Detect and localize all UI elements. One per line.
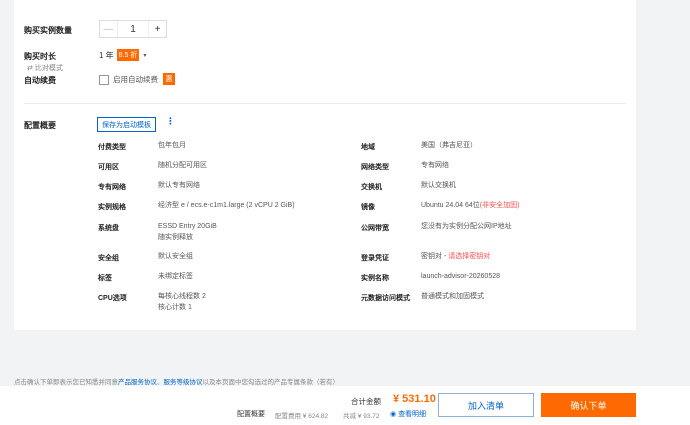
total-label: 合计金额: [351, 397, 381, 406]
sla-link[interactable]: 服务等级协议: [164, 379, 203, 386]
compare-mode-link[interactable]: ⇄ 比对模式: [27, 63, 63, 73]
label-instance-name: 实例名称: [361, 275, 389, 282]
chevron-down-icon: ▾: [143, 52, 147, 59]
value-network-type: 专有网络: [421, 162, 449, 169]
info-icon: ◉: [390, 411, 397, 418]
discount-amount: 共减 ¥ 93.72: [343, 413, 380, 420]
service-agreement-link[interactable]: 产品服务协议: [118, 379, 157, 386]
summary-title: 配置概要: [24, 121, 56, 130]
duration-value: 1 年: [99, 50, 114, 60]
label-image: 镜像: [361, 204, 375, 211]
value-cpu-cores: 核心计数 1: [158, 304, 192, 311]
label-metadata-mode: 元数据访问模式: [361, 295, 410, 302]
value-keypair: 密钥对 -: [421, 253, 449, 260]
label-security-group: 安全组: [98, 255, 119, 262]
autorenew-toggle[interactable]: 启用自动续费: [99, 74, 158, 85]
footer-config-label: 配置概要: [237, 411, 265, 418]
value-login-credential: 密钥对 - 请选择密钥对: [421, 252, 490, 262]
add-to-cart-button[interactable]: 加入清单: [438, 393, 534, 417]
select-keypair-link[interactable]: 请选择密钥对: [448, 253, 490, 260]
total-price: ¥ 531.10: [393, 393, 436, 405]
label-vpc: 专有网络: [98, 184, 126, 191]
more-icon[interactable]: ⋮: [166, 116, 175, 127]
label-instance-type: 实例规格: [98, 204, 126, 211]
value-region: 美国（弗吉尼亚）: [421, 142, 477, 149]
label-tags: 标签: [98, 275, 112, 282]
label-system-disk: 系统盘: [98, 225, 119, 232]
label-zone: 可用区: [98, 164, 119, 171]
discount-badge: 8.5 折: [116, 49, 140, 61]
label-public-bandwidth: 公网带宽: [361, 225, 389, 232]
value-vpc: 默认专有网络: [158, 182, 200, 189]
autorenew-label: 自动续费: [24, 76, 56, 85]
label-region: 地域: [361, 144, 375, 151]
view-details-label: 查看明细: [398, 411, 427, 418]
compare-mode-label: 比对模式: [34, 65, 63, 72]
quantity-stepper[interactable]: — 1 +: [99, 20, 167, 38]
value-system-disk: ESSD Entry 20GiB: [158, 223, 217, 230]
view-details-link[interactable]: ◉ 查看明细: [390, 409, 426, 419]
value-zone: 随机分配可用区: [158, 162, 207, 169]
label-vswitch: 交换机: [361, 184, 382, 191]
autorenew-checkbox[interactable]: [99, 74, 109, 85]
divider: [24, 103, 626, 104]
value-image-warning: (非安全加固): [479, 202, 520, 209]
value-billing: 包年包月: [158, 142, 186, 149]
value-vswitch: 默认交换机: [421, 182, 456, 189]
autorenew-checkbox-label[interactable]: 启用自动续费: [113, 74, 158, 85]
value-security-group: 默认安全组: [158, 253, 193, 260]
label-network-type: 网络类型: [361, 164, 389, 171]
value-instance-type: 经济型 e / ecs.e-c1m1.large (2 vCPU 2 GiB): [158, 202, 295, 209]
config-fee: 配置费用 ¥ 624.82: [275, 413, 329, 420]
plus-button[interactable]: +: [148, 21, 166, 37]
notice-suffix: 以及本页面中您勾选过的产品专属条款（若有）: [202, 379, 340, 386]
value-cpu-threads: 每核心线程数 2: [158, 293, 206, 300]
label-login-credential: 登录凭证: [361, 255, 389, 262]
value-instance-name: launch-advisor-20260528: [421, 273, 500, 280]
quantity-label: 购买实例数量: [24, 26, 72, 35]
promo-badge: 惠: [163, 73, 175, 85]
value-public-bandwidth: 您没有为实例分配公网IP地址: [421, 223, 512, 230]
duration-select[interactable]: 1 年 8.5 折 ▾: [99, 48, 146, 62]
value-image-name: Ubuntu 24.04 64位: [421, 202, 480, 209]
save-template-button[interactable]: 保存为启动模板: [97, 117, 156, 132]
confirm-order-button[interactable]: 确认下单: [541, 393, 636, 417]
notice-prefix: 点击确认下单即表示您已知悉并同意: [14, 379, 118, 386]
swap-icon: ⇄: [27, 65, 33, 72]
value-system-disk-release: 随实例释放: [158, 234, 193, 241]
label-billing: 付费类型: [98, 144, 126, 151]
minus-button[interactable]: —: [100, 21, 118, 37]
label-cpu-options: CPU选项: [98, 295, 127, 302]
value-image: Ubuntu 24.04 64位(非安全加固): [421, 201, 519, 211]
value-tags: 未绑定标签: [158, 273, 193, 280]
agreement-notice: 点击确认下单即表示您已知悉并同意产品服务协议、服务等级协议以及本页面中您勾选过的…: [14, 376, 339, 386]
quantity-value[interactable]: 1: [118, 21, 148, 37]
duration-label: 购买时长: [24, 52, 56, 61]
value-metadata-mode: 普通模式和加固模式: [421, 293, 484, 300]
